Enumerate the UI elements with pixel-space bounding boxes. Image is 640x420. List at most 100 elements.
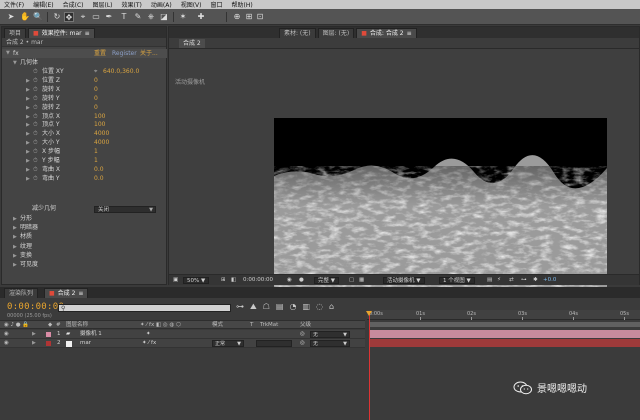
register-link[interactable]: Register [112, 49, 137, 58]
property-row[interactable]: ▶ ⏱ Y 步幅 1 [2, 157, 167, 166]
motion-blur-icon[interactable]: ◔ [289, 302, 296, 312]
triangle-right-icon[interactable]: ▶ [26, 139, 30, 148]
switch-icon[interactable]: ✦ [146, 330, 151, 339]
selection-tool-icon[interactable]: ➤ [6, 12, 16, 22]
frame-blending-icon[interactable]: ▤ [276, 302, 284, 312]
draft-3d-icon[interactable]: ⛰ [250, 302, 257, 312]
blend-mode-dropdown[interactable]: 正常 ▼ [212, 340, 244, 347]
property-row[interactable]: ▶ ⏱ 旋转 Z 0 [2, 104, 167, 113]
section-row[interactable]: ▶ 纹理 [2, 243, 167, 252]
triangle-right-icon[interactable]: ▶ [26, 130, 30, 139]
section-row[interactable]: ▶ 分形 [2, 215, 167, 224]
property-value[interactable]: 0 [94, 77, 98, 86]
triangle-right-icon[interactable]: ▶ [26, 104, 30, 113]
hide-shy-layers-icon[interactable]: ☖ [263, 302, 270, 312]
property-value[interactable]: 1 [94, 157, 98, 166]
fx-label[interactable]: fx [13, 49, 19, 58]
property-row[interactable]: ⌖▶⏱位置 XY640.0,360.0 [2, 68, 167, 77]
stopwatch-icon[interactable]: ⏱ [33, 113, 38, 122]
triangle-right-icon[interactable]: ▶ [26, 113, 30, 122]
roi-icon[interactable]: ▢ [349, 277, 354, 284]
property-row[interactable]: ▶ ⏱ 顶点 Y 100 [2, 121, 167, 130]
resolution-dropdown[interactable]: 完整 ▼ [314, 277, 339, 284]
property-row[interactable]: ▶ ⏱ 顶点 X 100 [2, 113, 167, 122]
triangle-right-icon[interactable]: ▶ [26, 95, 30, 104]
pan-behind-tool-icon[interactable]: ⌖ [78, 12, 88, 22]
panel-menu-icon[interactable]: ≡ [78, 289, 83, 299]
property-row[interactable]: ▶ ⏱ 位置 Z 0 [2, 77, 167, 86]
property-value[interactable]: 4000 [94, 139, 109, 148]
stopwatch-icon[interactable]: ⏱ [33, 68, 38, 77]
triangle-right-icon[interactable]: ▶ [26, 157, 30, 166]
triangle-right-icon[interactable]: ▶ [13, 261, 17, 270]
stopwatch-icon[interactable]: ⏱ [33, 166, 38, 175]
stopwatch-icon[interactable]: ⏱ [33, 95, 38, 104]
menu-help[interactable]: 帮助(H) [232, 0, 253, 9]
roto-brush-tool-icon[interactable]: ✶ [178, 12, 188, 22]
property-row[interactable]: ▶ ⏱ 弯曲 Y 0.0 [2, 175, 167, 184]
eraser-tool-icon[interactable]: ◪ [159, 12, 169, 22]
property-value[interactable]: 0 [94, 104, 98, 113]
group-geometry[interactable]: ▼ 几何体 [2, 59, 167, 68]
property-row[interactable]: ▶ ⏱ X 步幅 1 [2, 148, 167, 157]
property-value[interactable]: 0.0 [94, 166, 104, 175]
triangle-right-icon[interactable]: ▶ [32, 339, 36, 348]
menu-window[interactable]: 窗口 [210, 0, 222, 9]
section-row[interactable]: ▶ 材质 [2, 233, 167, 242]
trkmat-dropdown[interactable] [256, 340, 292, 347]
triangle-right-icon[interactable]: ▶ [26, 175, 30, 184]
stopwatch-icon[interactable]: ⏱ [33, 86, 38, 95]
local-axis-mode-icon[interactable]: ⊕ [232, 12, 242, 22]
color-channel-icon[interactable]: ● [299, 277, 304, 284]
graph-editor-icon[interactable]: ◌ [316, 302, 323, 312]
point-crosshair-icon[interactable]: ⌖ [94, 68, 97, 77]
triangle-right-icon[interactable]: ▶ [26, 121, 30, 130]
layer-color-swatch[interactable] [46, 341, 51, 346]
menu-edit[interactable]: 编辑(E) [33, 0, 53, 9]
fast-preview-icon[interactable]: ⚡ [497, 277, 501, 284]
time-ruler[interactable]: 0:00s 01s 02s 03s 04s 05s [367, 310, 640, 320]
property-row[interactable]: ▶ ⏱ 旋转 X 0 [2, 86, 167, 95]
keyframe-icon[interactable]: ⌂ [329, 302, 334, 312]
tab-footage[interactable]: 素材: (无) [279, 28, 316, 38]
property-value[interactable]: 1 [94, 148, 98, 157]
exposure-icon[interactable]: ✱ [533, 277, 538, 284]
rectangle-tool-icon[interactable]: ▭ [91, 12, 101, 22]
tab-render-queue[interactable]: 渲染队列 [4, 288, 39, 298]
menu-animation[interactable]: 动画(A) [151, 0, 172, 9]
triangle-right-icon[interactable]: ▶ [32, 330, 36, 339]
puppet-pin-tool-icon[interactable]: ✚ [196, 12, 206, 22]
property-value[interactable]: 100 [94, 113, 105, 122]
exposure-value[interactable]: +0.0 [543, 277, 556, 284]
stopwatch-icon[interactable]: ⏱ [33, 130, 38, 139]
tab-composition[interactable]: ■ 合成: 合成 2 ≡ [356, 28, 417, 39]
close-icon[interactable]: ■ [361, 29, 367, 39]
zoom-tool-icon[interactable]: 🔍 [33, 12, 43, 22]
snapshot-camera-icon[interactable]: ◉ [287, 277, 292, 284]
clone-stamp-tool-icon[interactable]: ⎈ [146, 12, 156, 22]
panel-menu-icon[interactable]: ≡ [407, 29, 412, 39]
triangle-right-icon[interactable]: ▶ [26, 148, 30, 157]
timeline-link-icon[interactable]: ⇄ [509, 277, 514, 284]
work-area-bar[interactable] [369, 322, 640, 327]
world-axis-mode-icon[interactable]: ⊞ [244, 12, 254, 22]
layer-search-input[interactable]: ⚲ [58, 304, 231, 312]
stopwatch-icon[interactable]: ⏱ [33, 121, 38, 130]
triangle-right-icon[interactable]: ▶ [26, 77, 30, 86]
about-link[interactable]: 关于... [140, 49, 158, 58]
grid-icon[interactable]: ⊞ [221, 277, 226, 284]
stopwatch-icon[interactable]: ⏱ [33, 157, 38, 166]
brainstorm-icon[interactable]: ▥ [302, 302, 310, 312]
stopwatch-icon[interactable]: ⏱ [33, 175, 38, 184]
layer-duration-bar-mar[interactable] [369, 339, 640, 347]
tab-timeline-comp[interactable]: ■ 合成 2 ≡ [44, 288, 89, 299]
effect-header[interactable]: ▼ fx 重置 Register 关于... [2, 49, 167, 58]
flowchart-icon[interactable]: ⊶ [521, 277, 527, 284]
menu-layer[interactable]: 图层(L) [93, 0, 113, 9]
property-row[interactable]: ▶ ⏱ 旋转 Y 0 [2, 95, 167, 104]
layer-name[interactable]: mar [80, 339, 91, 348]
parent-pickwhip-icon[interactable]: ◎ [300, 330, 305, 339]
hand-tool-icon[interactable]: ✋ [20, 12, 30, 22]
tab-layer[interactable]: 图层: (无) [317, 28, 355, 38]
composition-viewer[interactable]: 活动摄像机 [169, 49, 639, 295]
